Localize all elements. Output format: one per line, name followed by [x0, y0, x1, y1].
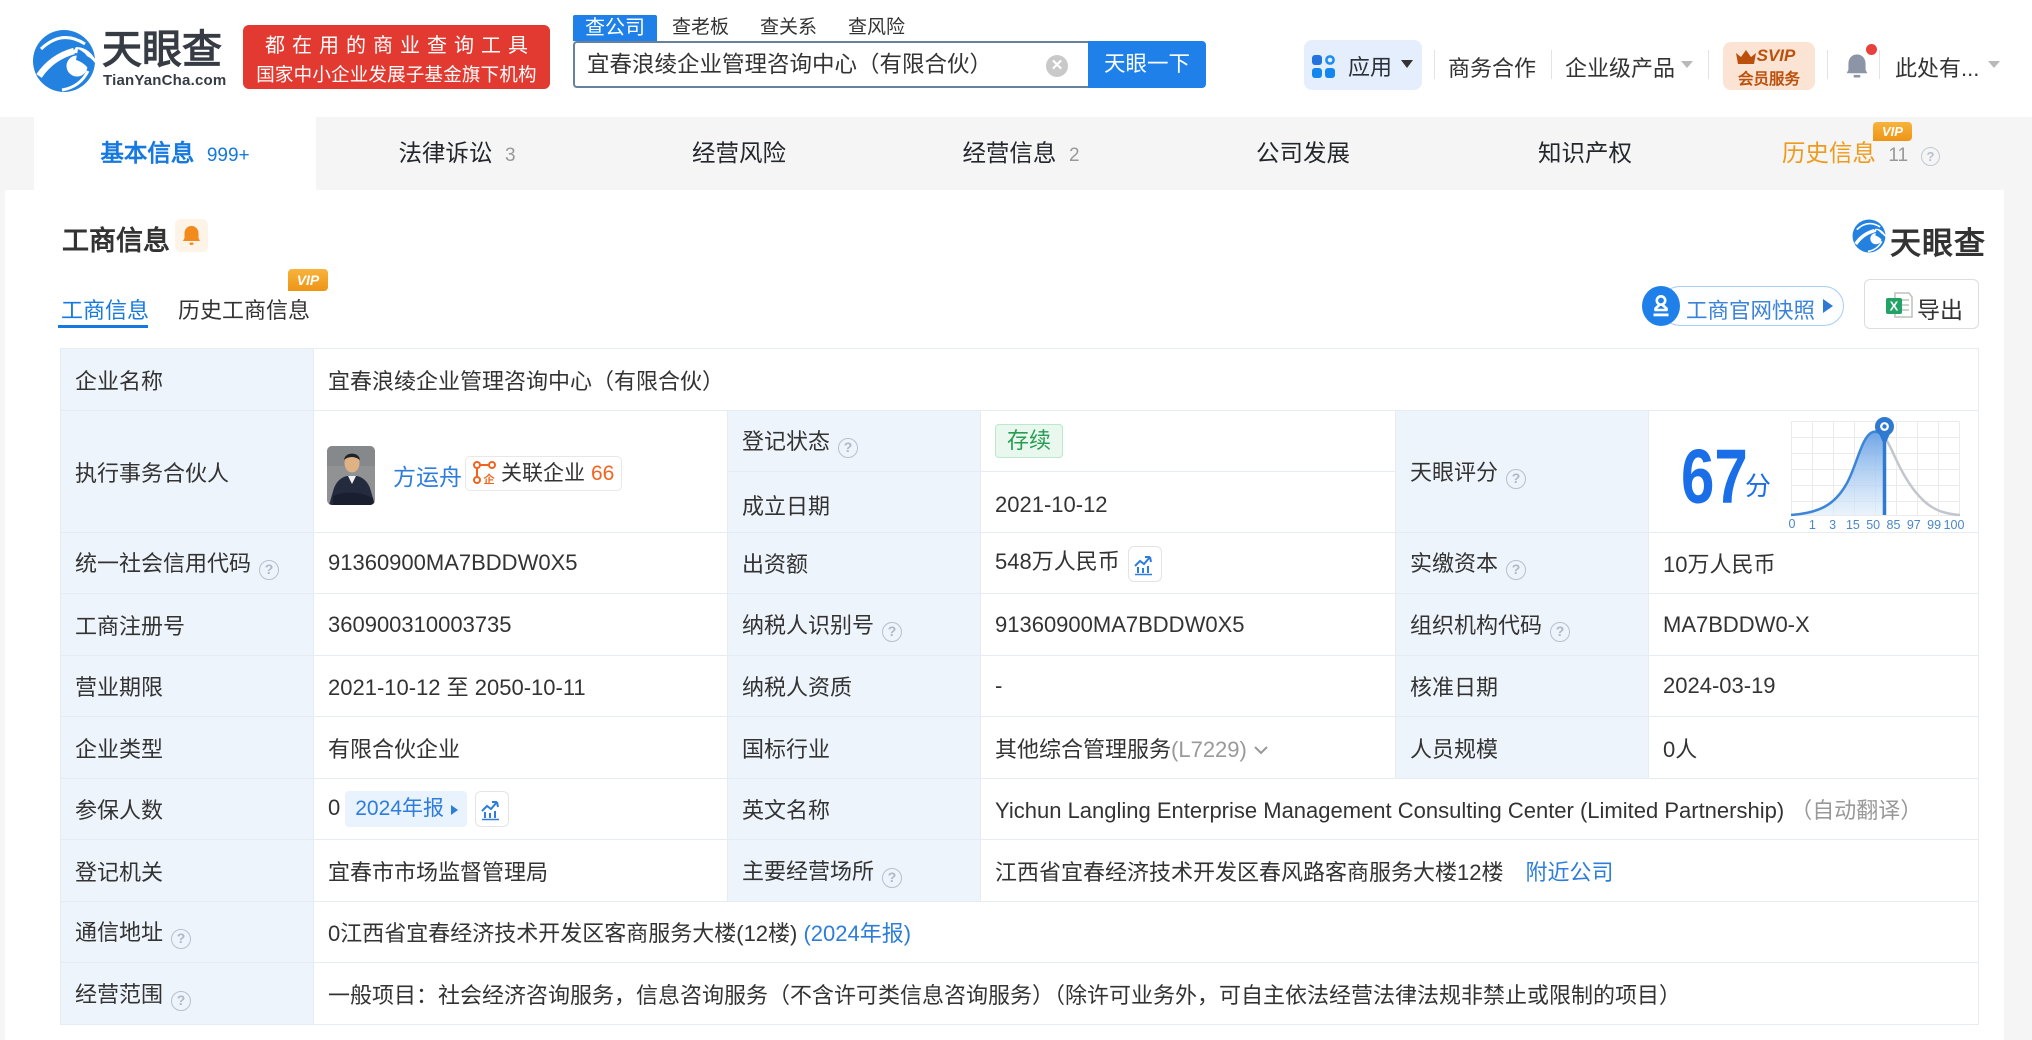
svg-text:99: 99 — [1927, 518, 1941, 532]
svg-text:3: 3 — [1829, 518, 1836, 532]
svg-text:企: 企 — [483, 472, 496, 484]
svg-text:X: X — [1890, 299, 1899, 314]
svg-text:100: 100 — [1944, 518, 1965, 532]
svg-text:50: 50 — [1866, 518, 1880, 532]
svg-text:0: 0 — [1789, 517, 1796, 531]
svg-text:1: 1 — [1809, 518, 1816, 532]
svg-text:97: 97 — [1907, 518, 1921, 532]
svg-text:15: 15 — [1846, 518, 1860, 532]
svg-text:85: 85 — [1887, 518, 1901, 532]
